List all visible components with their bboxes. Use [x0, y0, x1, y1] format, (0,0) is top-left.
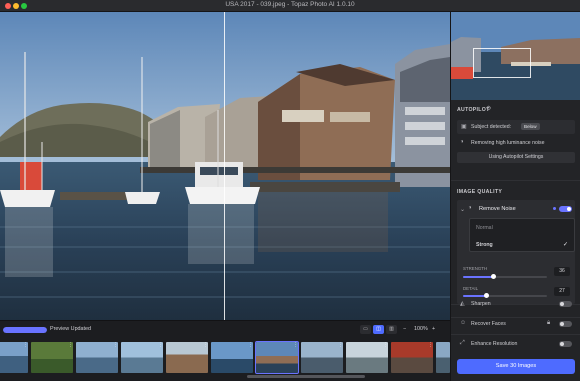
lock-icon: 🔒︎: [547, 320, 551, 326]
harbor-photo: [0, 12, 450, 320]
more-icon[interactable]: ⋮: [248, 343, 253, 350]
recover-faces-label: Recover Faces: [471, 321, 506, 327]
navigator-preview[interactable]: [451, 12, 580, 100]
divider: [451, 180, 580, 181]
zoom-in-icon[interactable]: +: [432, 326, 435, 332]
expand-icon: ⤢: [460, 340, 465, 346]
remove-noise-toggle[interactable]: [559, 206, 572, 212]
detail-slider-fill: [463, 295, 486, 297]
sharpen-toggle[interactable]: [559, 301, 572, 307]
navigator-viewport-frame[interactable]: [473, 48, 531, 78]
subject-value-badge: Below: [521, 123, 540, 130]
remove-noise-label: Remove Noise: [479, 206, 516, 212]
chevron-down-icon[interactable]: ⌄: [460, 206, 465, 213]
divider: [451, 334, 580, 335]
save-images-button[interactable]: Save 30 Images: [457, 359, 575, 374]
active-indicator-dot: [553, 207, 556, 210]
filmstrip-scrollbar[interactable]: [247, 375, 365, 378]
thumbnail[interactable]: ⋮: [121, 342, 163, 373]
remove-noise-card: ⌄ ◑ Remove Noise Normal Strong ✓ STRENGT…: [457, 200, 575, 304]
preview-progress-bar: [3, 327, 47, 333]
zoom-out-icon[interactable]: −: [403, 326, 406, 332]
thumbnail[interactable]: ⋮: [166, 342, 208, 373]
removing-noise-text: Removing high luminance noise: [471, 140, 545, 146]
thumbnail[interactable]: ⋮: [301, 342, 343, 373]
more-icon[interactable]: ⋮: [113, 343, 118, 350]
detail-slider-knob[interactable]: [484, 293, 489, 298]
more-icon[interactable]: ⋮: [68, 343, 73, 350]
thumbnail[interactable]: ⋮: [346, 342, 388, 373]
half-circle-icon: ◑: [460, 139, 464, 145]
strength-value[interactable]: 36: [554, 267, 570, 276]
gear-icon[interactable]: ⚙: [486, 105, 491, 112]
strength-label: STRENGTH: [463, 266, 488, 271]
more-icon[interactable]: ⋮: [23, 343, 28, 350]
title-bar: USA 2017 - 039.jpeg - Topaz Photo AI 1.0…: [0, 0, 580, 12]
more-icon[interactable]: ⋮: [428, 343, 433, 350]
detail-label: DETAIL: [463, 286, 479, 291]
more-icon[interactable]: ⋮: [383, 343, 388, 350]
strength-slider-knob[interactable]: [491, 274, 496, 279]
more-icon[interactable]: ⋮: [203, 343, 208, 350]
preview-status: Preview Updated: [50, 326, 92, 332]
strength-slider[interactable]: [463, 274, 547, 279]
option-normal[interactable]: Normal: [476, 225, 493, 231]
thumbnail-selected[interactable]: ⋮: [255, 341, 299, 374]
autopilot-settings-button[interactable]: Using Autopilot Settings: [457, 152, 575, 163]
subject-detected-row: ▣ Subject detected: Below: [457, 120, 575, 134]
zoom-level[interactable]: 100%: [414, 326, 428, 332]
filmstrip: ⋮ ⋮ ⋮ ⋮ ⋮ ⋮ ⋮ ⋮ ⋮ ⋮: [0, 340, 450, 376]
subject-detected-label: Subject detected:: [471, 124, 512, 130]
before-after-split-handle[interactable]: [224, 12, 225, 320]
more-icon[interactable]: ⋮: [338, 343, 343, 350]
sharpen-label: Sharpen: [471, 301, 491, 307]
checkmark-icon: ✓: [563, 242, 569, 248]
face-icon: ☺: [460, 320, 467, 326]
noise-model-dropdown[interactable]: Normal Strong ✓: [469, 218, 575, 252]
strength-slider-fill: [463, 276, 494, 278]
enhance-resolution-toggle[interactable]: [559, 341, 572, 347]
more-icon[interactable]: ⋮: [293, 343, 298, 350]
person-icon: ▣: [461, 124, 467, 130]
detail-value[interactable]: 27: [554, 287, 570, 296]
thumbnail[interactable]: ⋮: [76, 342, 118, 373]
thumbnail[interactable]: ⋮: [0, 342, 28, 373]
thumbnail[interactable]: ⋮: [391, 342, 433, 373]
view-single-icon[interactable]: ▭: [360, 325, 371, 334]
thumbnail[interactable]: [436, 342, 450, 373]
view-split-icon[interactable]: ◫: [373, 325, 384, 334]
half-circle-icon: ◑: [468, 205, 472, 211]
more-icon[interactable]: ⋮: [158, 343, 163, 350]
option-strong[interactable]: Strong: [476, 242, 493, 248]
thumbnail[interactable]: ⋮: [31, 342, 73, 373]
recover-faces-toggle[interactable]: [559, 321, 572, 327]
bottom-bar: Preview Updated ▭ ◫ ▥ − 100% + ⋮ ⋮ ⋮ ⋮ ⋮…: [0, 320, 450, 381]
image-quality-header: IMAGE QUALITY: [457, 189, 503, 195]
divider: [451, 317, 580, 318]
triangle-icon: ◭: [460, 301, 465, 307]
app-window: USA 2017 - 039.jpeg - Topaz Photo AI 1.0…: [0, 0, 580, 381]
autopilot-header: AUTOPILOT: [457, 107, 490, 113]
window-title: USA 2017 - 039.jpeg - Topaz Photo AI 1.0…: [225, 1, 355, 8]
photo-canvas[interactable]: [0, 12, 450, 320]
detail-slider[interactable]: [463, 293, 547, 298]
view-sidebyside-icon[interactable]: ▥: [386, 325, 397, 334]
enhance-resolution-label: Enhance Resolution: [471, 341, 518, 347]
settings-panel: AUTOPILOT ⚙ ▣ Subject detected: Below ◑ …: [450, 12, 580, 381]
thumbnail[interactable]: ⋮: [211, 342, 253, 373]
preview-progress-fill: [3, 327, 47, 333]
